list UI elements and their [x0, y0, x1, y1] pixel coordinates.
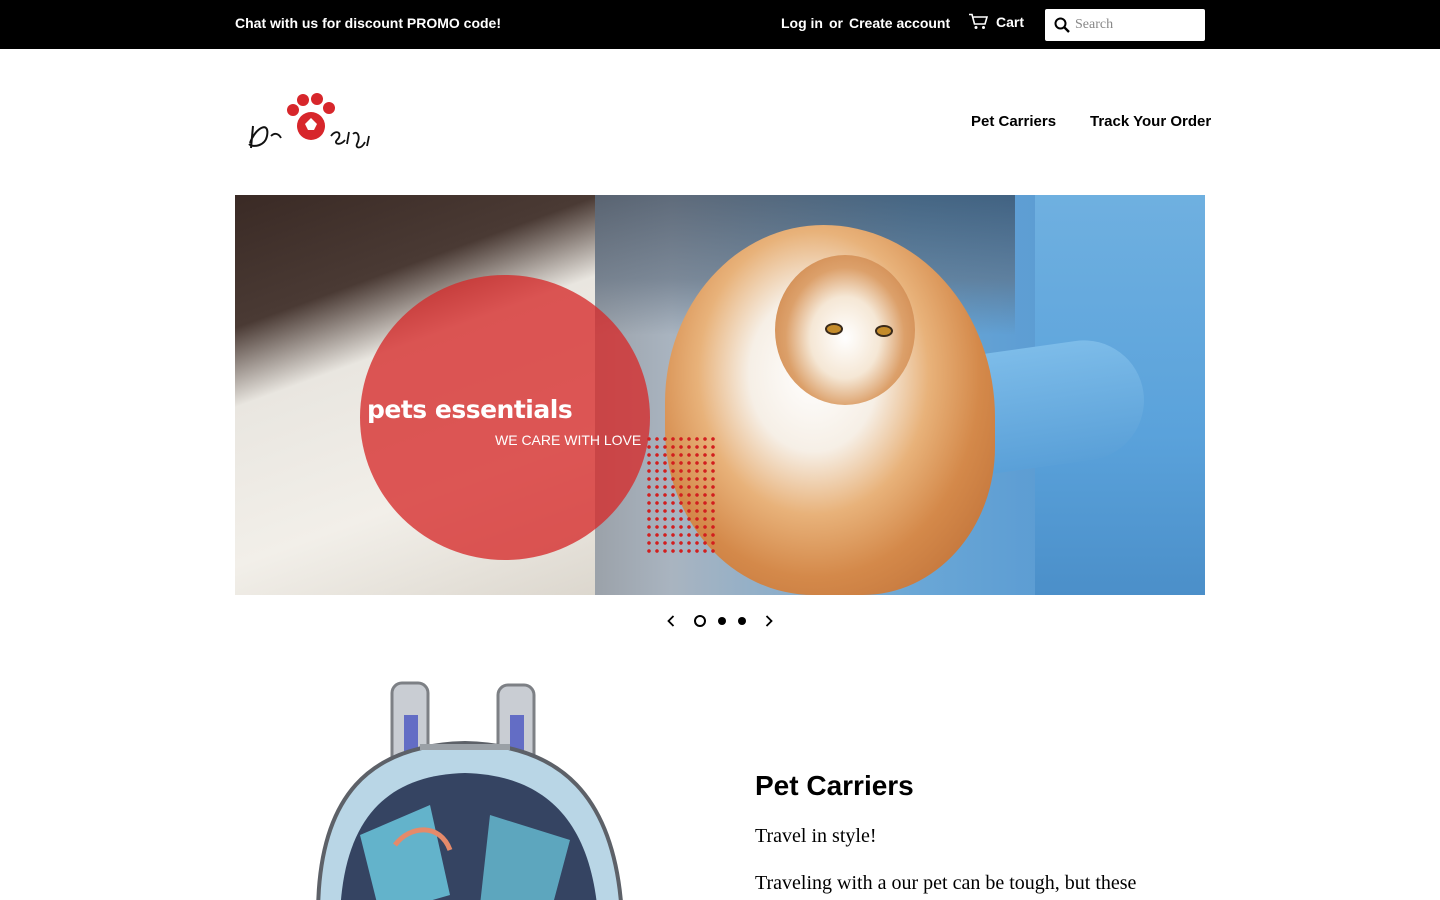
collection-description: Traveling with a our pet can be tough, b… — [755, 872, 1137, 894]
promo-message: Chat with us for discount PROMO code! — [235, 15, 501, 31]
slide-dot-2[interactable] — [718, 617, 726, 625]
slide-dots — [688, 615, 752, 627]
create-account-link[interactable]: Create account — [849, 15, 950, 31]
collection-tagline: Travel in style! — [755, 825, 877, 847]
chevron-right-icon — [765, 615, 773, 627]
search-input[interactable] — [1075, 17, 1195, 33]
cat-eye-left — [825, 323, 843, 335]
announcement-bar: Chat with us for discount PROMO code! Lo… — [0, 0, 1440, 49]
hero-slideshow[interactable]: pets essentials WE CARE WITH LOVE — [235, 195, 1205, 595]
pet-carrier-image[interactable] — [300, 675, 640, 900]
hero-subtitle: WE CARE WITH LOVE — [495, 432, 642, 448]
login-link[interactable]: Log in — [781, 15, 823, 31]
cart-link[interactable]: Cart — [969, 13, 1024, 30]
cart-icon — [969, 13, 988, 29]
next-slide-button[interactable] — [762, 612, 776, 630]
search-box — [1045, 9, 1205, 41]
slide-dot-3[interactable] — [738, 617, 746, 625]
chevron-left-icon — [667, 615, 675, 627]
collection-title: Pet Carriers — [755, 770, 914, 801]
account-links: Log in or Create account — [781, 15, 950, 31]
nav-track-order[interactable]: Track Your Order — [1090, 113, 1211, 130]
search-icon[interactable] — [1054, 17, 1070, 33]
hero-cat-face — [775, 255, 915, 405]
store-logo[interactable] — [245, 88, 377, 154]
previous-slide-button[interactable] — [664, 612, 678, 630]
hero-title: pets essentials — [367, 395, 573, 424]
cat-eye-right — [875, 325, 893, 337]
hero-dot-pattern — [645, 435, 715, 555]
nav-pet-carriers[interactable]: Pet Carriers — [971, 113, 1056, 130]
or-separator: or — [829, 15, 843, 31]
slide-dot-1[interactable] — [694, 615, 706, 627]
slideshow-controls — [664, 611, 776, 631]
cart-label: Cart — [996, 13, 1025, 30]
